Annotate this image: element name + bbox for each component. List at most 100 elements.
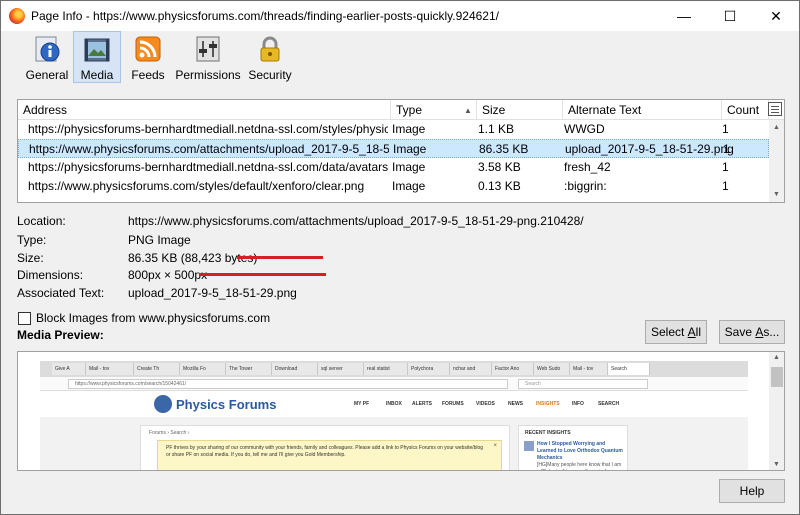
table-row[interactable]: https://physicsforums-bernhardtmediall.n… [18, 158, 769, 177]
preview-tab: Mail - tov [86, 363, 134, 375]
table-row[interactable]: https://www.physicsforums.com/styles/def… [18, 177, 769, 196]
scrollbar-thumb[interactable] [771, 367, 783, 387]
row-address: https://physicsforums-bernhardtmediall.n… [28, 122, 388, 136]
size-label: Size: [17, 251, 44, 265]
media-preview-pane[interactable]: Give A Mail - tov Create Th Mozilla Fo T… [17, 351, 785, 471]
preview-article-thumbnail [524, 441, 534, 451]
dimensions-value: 800px × 500px [128, 268, 208, 282]
row-type: Image [392, 122, 426, 136]
page-info-window: Page Info - https://www.physicsforums.co… [0, 0, 800, 515]
row-size: 1.1 KB [478, 122, 515, 136]
tab-general[interactable]: General [23, 31, 71, 83]
preview-site-header: Physics Forums MY PF INBOX ALERTS FORUMS… [40, 391, 748, 417]
tab-permissions[interactable]: Permissions [175, 31, 241, 83]
preview-nav-item: VIDEOS [476, 401, 495, 407]
preview-tab: Factor Ano [492, 363, 534, 375]
scroll-down-icon[interactable]: ▼ [773, 461, 780, 468]
type-label: Type: [17, 233, 47, 247]
row-type: Image [392, 160, 426, 174]
block-images-checkbox[interactable] [18, 312, 31, 325]
red-underline-annotation [199, 273, 326, 276]
preview-search: Search [518, 379, 648, 389]
row-alt-text: upload_2017-9-5_18-51-29.png [565, 142, 734, 156]
column-picker-icon[interactable] [768, 102, 782, 116]
preview-tab: sql server [318, 363, 364, 375]
table-header: Address Type ▲ Size Alternate Text Count [18, 100, 784, 120]
sort-ascending-icon: ▲ [464, 106, 472, 115]
preview-nav-item: SEARCH [598, 401, 620, 407]
rss-icon [133, 34, 163, 64]
row-alt-text: WWGD [564, 122, 605, 136]
tab-feeds[interactable]: Feeds [125, 31, 171, 83]
preview-tab: The Tower [226, 363, 272, 375]
tab-security-label: Security [248, 68, 292, 82]
preview-nav-item: MY PF [354, 401, 370, 407]
preview-scrollbar[interactable]: ▲ ▼ [769, 352, 784, 470]
info-icon [32, 34, 62, 64]
preview-nav-item: NEWS [508, 401, 523, 407]
preview-sidebar-heading: RECENT INSIGHTS [525, 430, 571, 436]
preview-tab: Download [272, 363, 318, 375]
firefox-icon [9, 8, 25, 24]
media-preview-label: Media Preview: [17, 328, 104, 342]
preview-tab: Give A [52, 363, 86, 375]
minimize-button[interactable]: — [661, 1, 707, 31]
close-button[interactable]: ✕ [753, 1, 799, 31]
tab-media[interactable]: Media [73, 31, 121, 83]
location-label: Location: [17, 214, 66, 228]
row-count: 1 [722, 179, 729, 193]
row-alt-text: fresh_42 [564, 160, 611, 174]
table-row-selected[interactable]: https://www.physicsforums.com/attachment… [18, 139, 769, 158]
block-images-label: Block Images from www.physicsforums.com [36, 311, 271, 325]
preview-nav-item: INFO [572, 401, 584, 407]
save-as-accelerator: A [755, 325, 764, 339]
preview-browser-tabs: Give A Mail - tov Create Th Mozilla Fo T… [40, 361, 748, 377]
select-all-label-prefix: Select [650, 325, 688, 339]
window-title: Page Info - https://www.physicsforums.co… [31, 9, 499, 23]
row-size: 3.58 KB [478, 160, 521, 174]
preview-sidebar-desc: [HG]Many people here know that I am a "B… [537, 462, 622, 470]
tab-security[interactable]: Security [247, 31, 293, 83]
location-value: https://www.physicsforums.com/attachment… [128, 214, 584, 228]
scroll-up-icon[interactable]: ▲ [769, 120, 784, 135]
table-row[interactable]: https://physicsforums-bernhardtmediall.n… [18, 120, 769, 139]
preview-logo-text: Physics Forums [176, 397, 277, 412]
column-header-size[interactable]: Size [477, 100, 563, 120]
scroll-down-icon[interactable]: ▼ [769, 187, 784, 202]
preview-breadcrumb: Forums › Search › [149, 430, 190, 436]
row-count: 1 [722, 160, 729, 174]
maximize-button[interactable]: ☐ [707, 1, 753, 31]
preview-content: Forums › Search › PF thrives by your sha… [140, 425, 510, 470]
preview-sidebar-title: How I Stopped Worrying and Learned to Lo… [537, 441, 623, 461]
type-value: PNG Image [128, 233, 191, 247]
media-table[interactable]: Address Type ▲ Size Alternate Text Count… [17, 99, 785, 203]
title-bar: Page Info - https://www.physicsforums.co… [1, 1, 799, 31]
preview-nav-item: ALERTS [412, 401, 432, 407]
table-scrollbar[interactable]: ▲ ▼ [769, 120, 784, 202]
column-header-alternate-text[interactable]: Alternate Text [563, 100, 722, 120]
scroll-up-icon[interactable]: ▲ [773, 354, 780, 361]
associated-text-label: Associated Text: [17, 286, 105, 300]
preview-tab: Create Th [134, 363, 180, 375]
select-all-button[interactable]: Select All [645, 320, 707, 344]
tab-media-label: Media [80, 68, 114, 82]
preview-nav-item: INBOX [386, 401, 402, 407]
save-as-label-suffix: s... [763, 325, 780, 339]
save-as-button[interactable]: Save As... [719, 320, 785, 344]
row-alt-text: :biggrin: [564, 179, 607, 193]
preview-tab: Mozilla Fo [180, 363, 226, 375]
preview-tab: Web Sudo [534, 363, 570, 375]
row-address: https://www.physicsforums.com/styles/def… [28, 179, 365, 193]
row-count: 1 [722, 122, 729, 136]
column-header-address[interactable]: Address [18, 100, 391, 120]
help-button[interactable]: Help [719, 479, 785, 503]
select-all-accelerator: A [687, 325, 696, 339]
preview-url-bar: https://www.physicsforums.com/search/150… [40, 377, 748, 391]
row-address: https://physicsforums-bernhardtmediall.n… [28, 160, 388, 174]
row-type: Image [393, 142, 427, 156]
preview-tab: nchar and [450, 363, 492, 375]
row-size: 86.35 KB [479, 142, 529, 156]
column-header-count[interactable]: Count [722, 100, 769, 120]
preview-tab: Mail - tov [570, 363, 608, 375]
tab-permissions-label: Permissions [175, 68, 241, 82]
